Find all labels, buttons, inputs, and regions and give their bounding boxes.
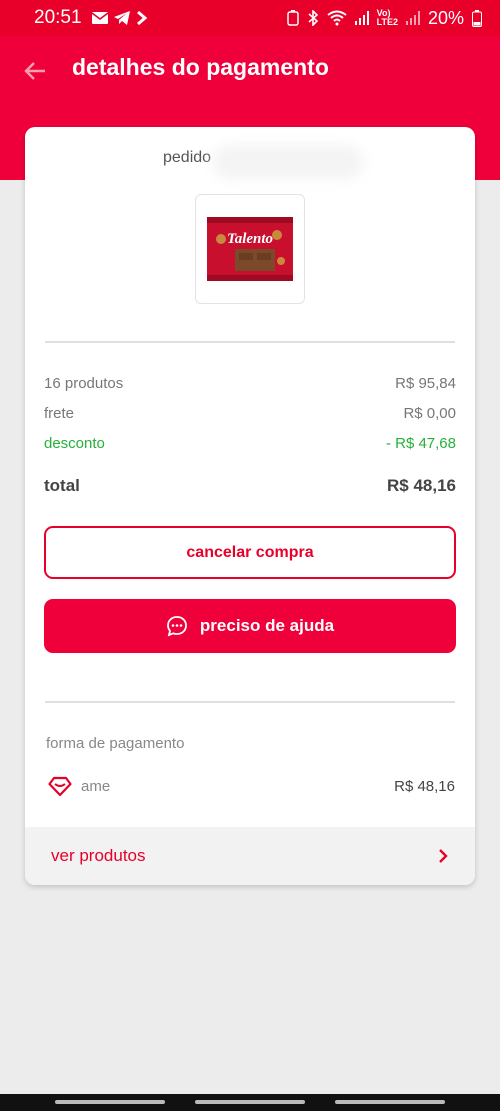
network-label: Vo) LTE2 — [376, 8, 398, 27]
discount-label: desconto — [44, 435, 105, 452]
battery-saver-icon — [286, 10, 299, 26]
summary-row-products: 16 produtos R$ 95,84 — [44, 375, 456, 392]
order-label: pedido — [163, 149, 212, 166]
product-image[interactable]: Talento — [195, 194, 305, 304]
status-right-icons: Vo) LTE2 20% — [286, 7, 482, 29]
help-label: preciso de ajuda — [199, 616, 335, 635]
summary-row-discount: desconto - R$ 47,68 — [44, 435, 456, 452]
status-time: 20:51 — [34, 7, 82, 28]
divider — [45, 341, 455, 343]
view-products-label: ver produtos — [51, 846, 146, 865]
shipping-label: frete — [44, 405, 75, 422]
total-value: R$ 48,16 — [387, 476, 456, 495]
product-brand: Talento — [227, 231, 273, 247]
nav-recent-button[interactable] — [55, 1100, 165, 1104]
discount-value: - R$ 47,68 — [385, 435, 456, 452]
signal-icon-2 — [405, 11, 420, 25]
summary-row-total: total R$ 48,16 — [44, 476, 456, 496]
total-label: total — [44, 476, 80, 495]
view-products-button[interactable]: ver produtos — [25, 827, 475, 885]
divider — [45, 701, 455, 703]
chocolate-bar-image: Talento — [207, 217, 293, 281]
chevron-right-icon — [439, 849, 448, 863]
battery-icon — [472, 9, 482, 27]
order-id-redacted — [213, 145, 363, 179]
page-title: detalhes do pagamento — [72, 54, 329, 80]
products-label: 16 produtos — [44, 375, 124, 392]
back-button[interactable] — [20, 56, 50, 86]
cancel-purchase-button[interactable]: cancelar compra — [44, 526, 456, 579]
payment-method-name: ame — [81, 777, 111, 795]
help-button[interactable]: preciso de ajuda — [44, 599, 456, 653]
notification-icons — [91, 11, 148, 25]
nav-home-button[interactable] — [195, 1100, 305, 1104]
nav-back-button[interactable] — [335, 1100, 445, 1104]
shipping-value: R$ 0,00 — [403, 405, 456, 422]
products-value: R$ 95,84 — [395, 375, 456, 392]
status-bar: 20:51 Vo) LTE2 20% — [0, 0, 500, 36]
payment-method-title: forma de pagamento — [46, 735, 185, 752]
chevron-right-icon — [136, 11, 147, 25]
telegram-icon — [113, 11, 130, 25]
bluetooth-icon — [308, 10, 318, 26]
ame-heart-icon — [48, 776, 72, 797]
arrow-left-icon — [24, 62, 45, 80]
wifi-icon — [327, 10, 347, 26]
order-card: pedido Talento 16 produtos R$ 95,84 fret… — [25, 127, 475, 885]
summary-row-shipping: frete R$ 0,00 — [44, 405, 456, 422]
payment-method-row: ame R$ 48,16 — [47, 775, 455, 797]
payment-amount: R$ 48,16 — [394, 777, 455, 795]
mail-icon — [91, 12, 108, 24]
battery-percent: 20% — [427, 7, 464, 28]
chat-bubble-icon — [167, 616, 187, 637]
signal-icon — [354, 11, 369, 25]
